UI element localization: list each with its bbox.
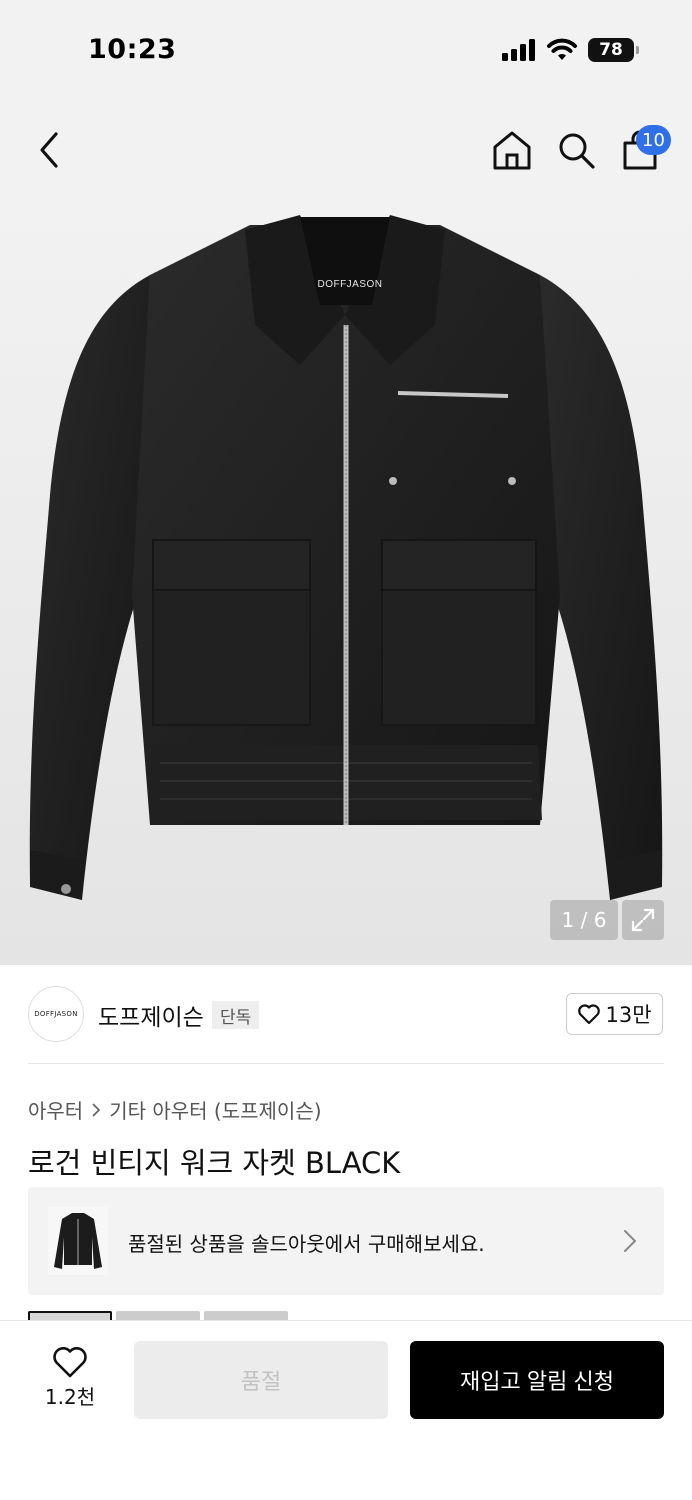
expand-image-button[interactable] bbox=[622, 900, 664, 940]
brand-name[interactable]: 도프제이슨 bbox=[98, 998, 204, 1032]
brand-logo-text: DOFFJASON bbox=[34, 1010, 78, 1018]
expand-icon bbox=[631, 908, 655, 932]
breadcrumb: 아우터 기타 아우터 (도프제이슨) bbox=[28, 1095, 322, 1124]
divider bbox=[28, 1063, 664, 1064]
status-icons: 78 bbox=[502, 38, 639, 62]
product-image[interactable]: DOFFJASON bbox=[0, 195, 692, 965]
chevron-right-icon bbox=[92, 1102, 101, 1117]
battery-icon: 78 bbox=[588, 38, 639, 62]
signal-icon bbox=[502, 39, 535, 61]
image-counter: 1 / 6 bbox=[550, 900, 618, 940]
back-chevron-icon[interactable] bbox=[30, 128, 70, 172]
heart-icon bbox=[53, 1347, 87, 1378]
brand-like-count: 13만 bbox=[605, 1003, 652, 1027]
soldout-button: 품절 bbox=[134, 1341, 388, 1419]
wifi-icon bbox=[547, 38, 577, 60]
restock-alert-button[interactable]: 재입고 알림 신청 bbox=[410, 1341, 664, 1419]
status-time: 10:23 bbox=[88, 34, 177, 65]
search-icon[interactable] bbox=[554, 128, 598, 172]
heart-icon bbox=[578, 1004, 601, 1025]
cart-count-badge: 10 bbox=[636, 125, 671, 155]
jacket-illustration: DOFFJASON bbox=[29, 215, 663, 900]
home-icon[interactable] bbox=[490, 128, 534, 172]
brand-like-button[interactable]: 13만 bbox=[566, 993, 663, 1035]
soldout-banner[interactable]: 품절된 상품을 솔드아웃에서 구매해보세요. bbox=[28, 1187, 664, 1295]
soldout-banner-text: 품절된 상품을 솔드아웃에서 구매해보세요. bbox=[128, 1232, 485, 1256]
status-bar: 10:23 78 bbox=[0, 0, 692, 100]
brand-logo[interactable]: DOFFJASON bbox=[28, 986, 84, 1042]
exclusive-badge: 단독 bbox=[212, 1001, 260, 1029]
breadcrumb-subcategory[interactable]: 기타 아우터 (도프제이슨) bbox=[109, 1095, 321, 1124]
product-title: 로건 빈티지 워크 자켓 BLACK bbox=[28, 1146, 401, 1180]
battery-level: 78 bbox=[599, 40, 623, 60]
banner-product-thumbnail bbox=[48, 1207, 108, 1275]
wishlist-count: 1.2천 bbox=[44, 1385, 96, 1409]
top-nav bbox=[0, 100, 692, 195]
breadcrumb-category[interactable]: 아우터 bbox=[28, 1095, 83, 1124]
chevron-right-icon bbox=[624, 1230, 637, 1252]
wishlist-button[interactable]: 1.2천 bbox=[30, 1345, 110, 1417]
jacket-brand-label: DOFFJASON bbox=[317, 279, 382, 290]
